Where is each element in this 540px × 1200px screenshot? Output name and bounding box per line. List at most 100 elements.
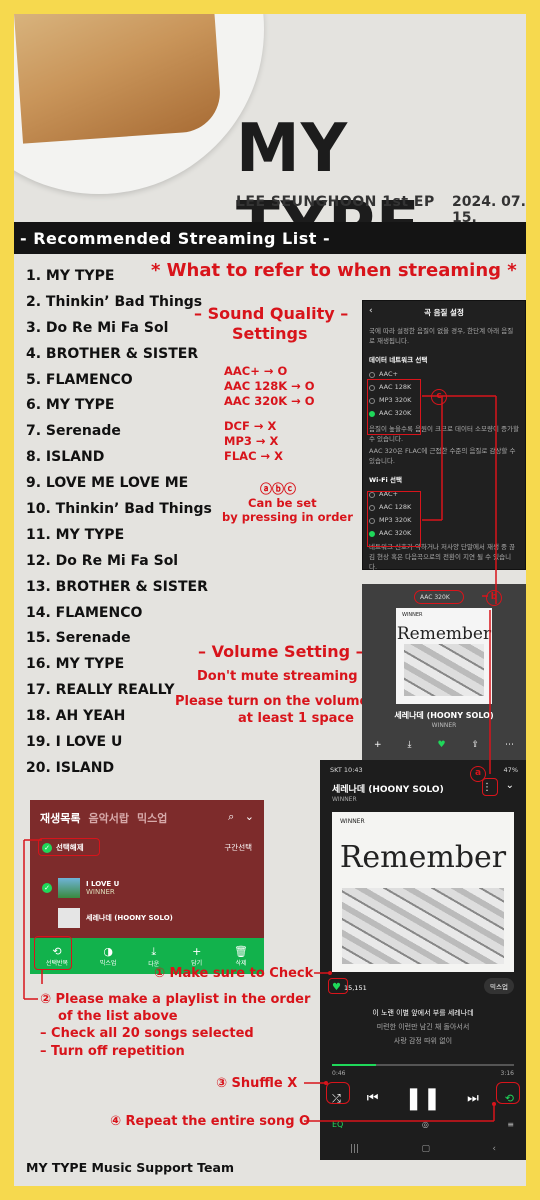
delete-button[interactable]: 🗑 삭제 (234, 945, 248, 967)
album-thumbnail (58, 908, 80, 928)
volume-heading: – Volume Setting – (198, 642, 364, 661)
battery-level: 47% (503, 766, 518, 774)
section-select-button[interactable]: 구간선택 (224, 842, 252, 853)
step-2: ② Please make a playlist in the order (40, 992, 311, 1007)
playlist-icon[interactable]: ≡ (507, 1120, 514, 1129)
mixup-icon: ◑ (103, 945, 113, 958)
status-bar: SKT 10:43 47% (330, 766, 518, 774)
mixup-toolbar-button[interactable]: ◑ 믹스업 (100, 945, 117, 967)
table-row[interactable]: ✓ I LOVE U WINNER (42, 878, 252, 898)
list-item: 12. Do Re Mi Fa Sol (26, 552, 179, 569)
disallowed-item: MP3 → X (224, 434, 279, 448)
add-button[interactable]: + 담기 (191, 945, 202, 967)
chevron-down-icon[interactable]: ⌄ (245, 810, 254, 823)
pause-icon[interactable]: ❚❚ (404, 1086, 441, 1111)
wifi-heading: Wi-Fi 선택 (369, 476, 402, 484)
subtitle: LEE SEUNGHOON 1st EP (236, 194, 435, 210)
album-art: WINNER Remember (396, 608, 492, 704)
tab-now-playing[interactable]: 재생목록 (40, 810, 80, 826)
highlight-box (414, 590, 464, 604)
track-artist: WINNER (86, 888, 115, 896)
disallowed-item: FLAC → X (224, 449, 284, 463)
song-title: 세레나데 (HOONY SOLO) (332, 785, 444, 795)
trash-icon: 🗑 (234, 945, 249, 958)
step-3: ③ Shuffle X (216, 1076, 298, 1091)
list-item: 20. ISLAND (26, 759, 115, 776)
album-art: WINNER Remember (332, 812, 514, 972)
step-2-cont: of the list above (58, 1009, 178, 1024)
player-screenshot-full: SKT 10:43 47% 세레나데 (HOONY SOLO) WINNER ⋮… (320, 760, 526, 1160)
search-icon[interactable]: ⌕ (228, 810, 234, 823)
volume-line-3: at least 1 space (238, 711, 354, 726)
abc-note-2: by pressing in order (222, 510, 353, 524)
sound-quality-heading: – Sound Quality – (194, 304, 349, 323)
sound-quality-heading-2: Settings (232, 324, 308, 343)
step-1: ① Make sure to Check (154, 966, 314, 981)
allowed-item: AAC 320K → O (224, 394, 315, 408)
settings-title: 곡 음질 설정 (424, 308, 464, 317)
highlight-box (328, 978, 348, 994)
network-heading: 데이터 네트워크 선택 (369, 356, 428, 364)
download-button[interactable]: ⤓ 다운 (148, 945, 159, 968)
check-icon[interactable]: ✓ (42, 883, 52, 893)
chevron-down-icon[interactable]: ⌄ (506, 780, 514, 791)
next-icon[interactable]: ⏭ (467, 1091, 479, 1106)
equalizer-icon[interactable]: EQ (332, 1120, 343, 1129)
disallowed-list: DCF → X MP3 → X FLAC → X (224, 419, 283, 464)
mixup-button[interactable]: 믹스업 (484, 978, 514, 994)
add-icon: + (192, 945, 202, 958)
tab-mixup[interactable]: 믹스업 (137, 810, 167, 826)
progress-fill (332, 1064, 376, 1066)
back-icon[interactable]: ‹ (369, 306, 373, 316)
list-item: 7. Serenade (26, 423, 121, 440)
volume-line-2: Please turn on the volume (175, 694, 369, 709)
list-item: 15. Serenade (26, 630, 131, 647)
list-item: 16. MY TYPE (26, 656, 125, 673)
time-row: 0:46 3:16 (332, 1070, 514, 1077)
list-item: 5. FLAMENCO (26, 371, 133, 388)
lyric-line: 미련한 이런만 남긴 채 돌아서서 (376, 1023, 470, 1031)
volume-line-1: Don't mute streaming (197, 669, 358, 684)
track-info: I LOVE U WINNER (86, 880, 119, 896)
download-icon[interactable]: ⤓ (408, 740, 412, 750)
highlight-box (38, 838, 100, 856)
add-icon[interactable]: + (374, 740, 382, 750)
home-icon[interactable]: ▢ (421, 1144, 430, 1154)
marker-b: b (486, 590, 502, 606)
album-title: Remember (396, 624, 492, 644)
settings-header: ‹ 곡 음질 설정 (369, 306, 519, 318)
header-icons: ⌕ ⌄ (228, 810, 254, 824)
album-collage (404, 644, 484, 696)
settings-note: 국에 따라 설정한 음질이 없을 경우, 한단계 아래 음질로 재생됩니다. (369, 327, 514, 345)
list-item: 4. BROTHER & SISTER (26, 345, 199, 362)
cast-icon[interactable]: ◎ (422, 1120, 429, 1129)
abc-markers: ⓐⓑⓒ (260, 482, 297, 496)
step-4: ④ Repeat the entire song O (110, 1114, 311, 1129)
abc-note-1: Can be set (248, 496, 317, 510)
highlight-box (367, 491, 421, 547)
back-icon[interactable]: ‹ (492, 1144, 496, 1154)
like-icon[interactable]: ♥ (437, 740, 445, 750)
toolbar-label: 믹스업 (99, 960, 117, 967)
album-label: WINNER (402, 612, 423, 618)
lyric-line: 사랑 감정 따위 없이 (393, 1037, 453, 1045)
lyric-line: 이 노랜 이별 앞에서 부를 세레나데 (372, 1009, 474, 1017)
more-icon[interactable]: ⋯ (505, 740, 514, 750)
toast-illustration (14, 14, 223, 144)
track-title: I LOVE U (86, 880, 120, 888)
table-row[interactable]: 세레나데 (HOONY SOLO) (42, 908, 252, 928)
share-icon[interactable]: ⇪ (471, 740, 479, 750)
playback-controls: ⤮ ⏮ ❚❚ ⏭ ⟲ (332, 1086, 514, 1111)
progress-bar[interactable] (332, 1064, 514, 1066)
recents-icon[interactable]: ||| (350, 1144, 359, 1154)
list-item: 14. FLAMENCO (26, 604, 143, 621)
previous-icon[interactable]: ⏮ (367, 1091, 379, 1106)
step-2-bullet-1: – Check all 20 songs selected (40, 1026, 254, 1041)
highlight-box (367, 379, 421, 435)
bottom-actions: EQ ◎ ≡ (332, 1120, 514, 1129)
marker-c: c (431, 389, 447, 405)
network-note-2: AAC 320은 FLAC에 근접한 수준의 음질로 감상할 수 있습니다. (369, 447, 516, 465)
list-item: 9. LOVE ME LOVE ME (26, 475, 189, 492)
playlist-tabs: 재생목록 음악서랍 믹스업 (40, 810, 167, 826)
tab-music-drawer[interactable]: 음악서랍 (88, 810, 128, 826)
